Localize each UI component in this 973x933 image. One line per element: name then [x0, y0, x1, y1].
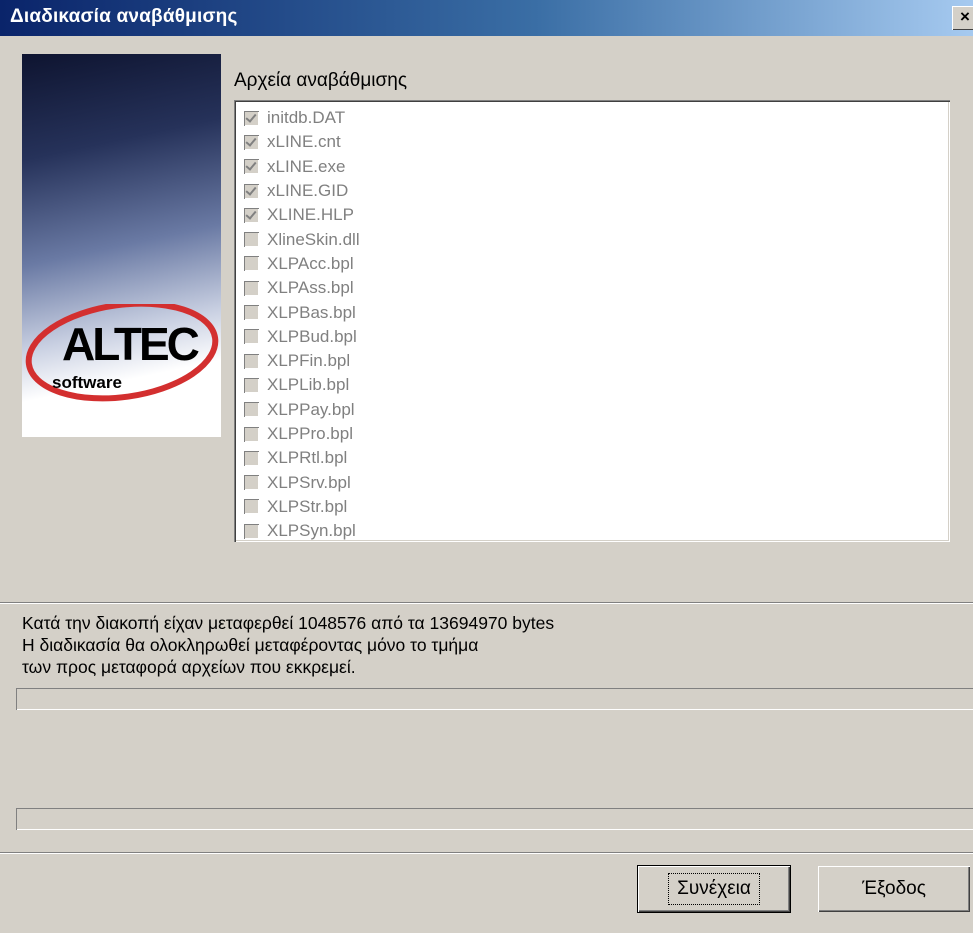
file-name: xLINE.cnt	[267, 132, 341, 152]
file-checkbox[interactable]	[244, 280, 259, 296]
file-checkbox[interactable]	[244, 450, 259, 466]
file-checkbox[interactable]	[244, 377, 259, 393]
file-progress-bar	[16, 688, 973, 710]
file-name: XLPPro.bpl	[267, 424, 353, 443]
file-name: XLPPay.bpl	[267, 399, 355, 419]
file-item[interactable]: xLINE.GID	[244, 179, 360, 203]
status-line-2: Η διαδικασία θα ολοκληρωθεί μεταφέροντας…	[22, 635, 479, 655]
file-name: XLPSrv.bpl	[267, 472, 351, 492]
file-name: XLPRtl.bpl	[267, 448, 348, 468]
file-item[interactable]: XLPBud.bpl	[244, 325, 360, 349]
exit-button-label: Έξοδος	[862, 878, 926, 899]
close-button[interactable]: ×	[952, 6, 973, 30]
file-checkbox[interactable]	[244, 305, 259, 321]
file-name: XLPBud.bpl	[267, 326, 357, 346]
file-name: XLPStr.bpl	[267, 496, 348, 516]
file-item[interactable]: XLPLib.bpl	[244, 373, 360, 397]
file-name: XLPAcc.bpl	[267, 253, 354, 273]
file-item[interactable]: XLPStr.bpl	[244, 495, 360, 519]
file-name: xLINE.GID	[267, 181, 349, 201]
exit-button[interactable]: Έξοδος	[818, 866, 970, 912]
continue-button-label: Συνέχεια	[668, 873, 760, 905]
file-name: XLPFin.bpl	[267, 351, 351, 371]
file-item[interactable]: initdb.DAT	[244, 106, 360, 130]
status-line-1: Κατά την διακοπή είχαν μεταφερθεί 104857…	[22, 613, 555, 633]
file-name: XLPAss.bpl	[267, 278, 354, 298]
separator	[0, 602, 973, 604]
file-checkbox[interactable]	[244, 329, 259, 345]
file-item[interactable]: XLPAcc.bpl	[244, 252, 360, 276]
file-name: XlineSkin.dll	[267, 229, 360, 249]
close-icon: ×	[960, 7, 970, 26]
file-name: xLINE.exe	[267, 156, 346, 176]
file-checkbox[interactable]	[244, 232, 259, 248]
file-checkbox[interactable]	[244, 134, 259, 150]
file-name: initdb.DAT	[267, 108, 346, 128]
file-checkbox[interactable]	[244, 426, 259, 442]
file-checkbox[interactable]	[244, 256, 259, 272]
button-bar-separator	[0, 852, 973, 854]
file-items: initdb.DAT xLINE.cnt xLINE.exe xLINE.GID XLI…	[244, 106, 360, 542]
file-item[interactable]: XlineSkin.dll	[244, 227, 360, 251]
file-name: XLPLib.bpl	[267, 375, 350, 395]
file-item[interactable]: XLINE.HLP	[244, 203, 360, 227]
file-checkbox[interactable]	[244, 475, 259, 491]
file-checkbox[interactable]	[244, 523, 259, 539]
file-item[interactable]: XLPPro.bpl	[244, 422, 360, 446]
file-item[interactable]: XLPAss.bpl	[244, 276, 360, 300]
file-checkbox[interactable]	[244, 353, 259, 369]
total-progress-bar	[16, 808, 973, 830]
file-checklist[interactable]: initdb.DAT xLINE.cnt xLINE.exe xLINE.GID XLI…	[234, 100, 950, 542]
file-item[interactable]: XLPFin.bpl	[244, 349, 360, 373]
altec-logo: ALTEC software	[25, 304, 219, 402]
file-item[interactable]: XLPBas.bpl	[244, 300, 360, 324]
continue-button[interactable]: Συνέχεια	[637, 865, 791, 913]
file-checkbox[interactable]	[244, 499, 259, 515]
file-name: XLINE.HLP	[267, 205, 354, 225]
logo-tagline: software	[52, 373, 122, 392]
file-item[interactable]: XLPRtl.bpl	[244, 446, 360, 470]
files-label: Αρχεία αναβάθμισης	[234, 70, 407, 91]
file-item[interactable]: XLPSrv.bpl	[244, 470, 360, 494]
file-checkbox[interactable]	[244, 207, 259, 223]
file-item[interactable]: xLINE.cnt	[244, 130, 360, 154]
file-checkbox[interactable]	[244, 110, 259, 126]
logo-brand: ALTEC	[62, 318, 199, 370]
file-item[interactable]: xLINE.exe	[244, 155, 360, 179]
file-item[interactable]: XLPSyn.bpl	[244, 519, 360, 542]
file-checkbox[interactable]	[244, 183, 259, 199]
file-checkbox[interactable]	[244, 402, 259, 418]
file-name: XLPBas.bpl	[267, 302, 356, 322]
file-item[interactable]: XLPPay.bpl	[244, 398, 360, 422]
title-bar[interactable]: Διαδικασία αναβάθμισης ×	[0, 0, 973, 36]
status-line-3: των προς μεταφορά αρχείων που εκκρεμεί.	[22, 657, 356, 677]
status-message: Κατά την διακοπή είχαν μεταφερθεί 104857…	[22, 612, 554, 678]
logo-panel: ALTEC software	[22, 54, 221, 437]
file-name: XLPSyn.bpl	[267, 521, 356, 541]
window-title: Διαδικασία αναβάθμισης	[10, 6, 238, 27]
file-checkbox[interactable]	[244, 159, 259, 175]
